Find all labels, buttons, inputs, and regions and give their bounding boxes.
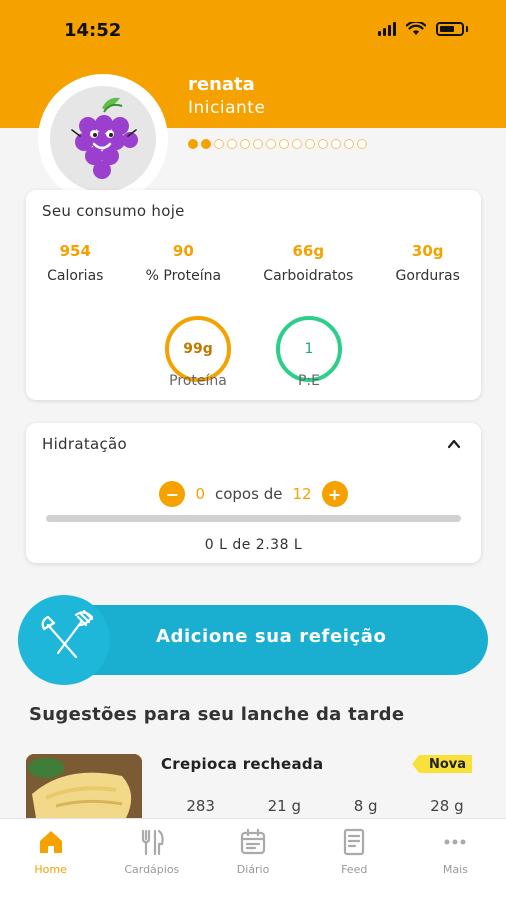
protein-ring-label: Proteína	[169, 373, 227, 389]
macro-value: 90	[172, 242, 194, 260]
home-icon	[39, 831, 62, 853]
macro-value: 30g	[411, 242, 444, 260]
progress-dot	[279, 139, 289, 149]
suggestions-title: Sugestões para seu lanche da tarde	[29, 704, 405, 725]
tab-label: Feed	[341, 863, 368, 876]
signal-icon	[378, 22, 396, 36]
cutlery-icon	[41, 609, 94, 659]
tab-home[interactable]: Home	[0, 819, 101, 900]
progress-dot	[201, 139, 211, 149]
cutlery-icon	[141, 829, 164, 856]
battery-icon	[436, 22, 464, 36]
macro-proteina-pct: 90 % Proteína	[146, 242, 221, 284]
tab-feed[interactable]: Feed	[304, 819, 405, 900]
hydration-card: Hidratação − 0 copos de 12 + 0 L de 2.38…	[26, 423, 481, 563]
status-time: 14:52	[64, 20, 122, 41]
grape-mascot-icon	[71, 97, 138, 179]
tab-label: Cardápios	[124, 863, 180, 876]
macro-label: % Proteína	[145, 268, 222, 284]
status-icons	[378, 22, 468, 36]
suggestion-stat: 21 g	[267, 797, 302, 815]
macro-carboidratos: 66g Carboidratos	[263, 242, 353, 284]
consumption-card: Seu consumo hoje 954 Calorias 90 % Prote…	[26, 190, 481, 400]
consumption-title: Seu consumo hoje	[42, 202, 185, 220]
progress-dot	[266, 139, 276, 149]
suggestion-name[interactable]: Crepioca recheada	[161, 755, 323, 773]
pe-ring-label: P:E	[297, 373, 320, 389]
tab-label: Home	[34, 863, 67, 876]
cups-value: 0	[195, 485, 205, 503]
macros-row: 954 Calorias 90 % Proteína 66g Carboidra…	[26, 242, 481, 284]
add-meal-label[interactable]: Adicione sua refeição	[156, 626, 387, 647]
tab-label: Diário	[236, 863, 270, 876]
tab-label: Mais	[442, 863, 468, 876]
hydration-progress-bar	[46, 515, 461, 522]
macro-label: Carboidratos	[263, 268, 354, 284]
hydration-title: Hidratação	[42, 435, 128, 453]
progress-dot	[357, 139, 367, 149]
new-badge: Nova	[412, 755, 472, 773]
user-level: Iniciante	[188, 98, 266, 118]
calendar-icon	[240, 828, 266, 855]
progress-dot	[305, 139, 315, 149]
progress-dot	[292, 139, 302, 149]
wifi-icon	[406, 22, 426, 35]
more-icon	[444, 839, 466, 845]
progress-dot	[253, 139, 263, 149]
add-meal-icon-circle[interactable]	[18, 595, 110, 685]
progress-dot	[240, 139, 250, 149]
progress-dot	[188, 139, 198, 149]
macro-value: 954	[59, 242, 91, 260]
bottom-tab-bar: Home Cardápios Diário Feed Mais	[0, 818, 506, 900]
progress-dot	[331, 139, 341, 149]
cups-goal: 12	[292, 485, 312, 503]
suggestion-stat: 283	[186, 797, 215, 815]
macro-label: Calorias	[47, 268, 104, 284]
cups-text: copos de	[214, 485, 283, 503]
progress-dot	[227, 139, 237, 149]
progress-dot	[318, 139, 328, 149]
chevron-up-icon[interactable]	[447, 437, 461, 451]
tab-diario[interactable]: Diário	[202, 819, 303, 900]
macro-calorias: 954 Calorias	[47, 242, 103, 284]
suggestion-stats: 283 21 g 8 g 28 g	[160, 797, 490, 815]
avatar[interactable]	[38, 74, 168, 204]
increase-cups-button[interactable]: +	[321, 481, 348, 507]
macro-label: Gorduras	[395, 268, 460, 284]
suggestion-image[interactable]	[26, 754, 142, 818]
user-name: renata	[188, 74, 255, 95]
suggestion-stat: 8 g	[353, 797, 378, 815]
level-progress-dots	[188, 139, 367, 149]
tab-cardapios[interactable]: Cardápios	[101, 819, 202, 900]
document-icon	[344, 828, 365, 856]
macro-gorduras: 30g Gorduras	[396, 242, 460, 284]
progress-dot	[344, 139, 354, 149]
macro-value: 66g	[292, 242, 325, 260]
tab-mais[interactable]: Mais	[405, 819, 506, 900]
progress-dot	[214, 139, 224, 149]
status-bar: 14:52	[0, 0, 506, 60]
cups-row: − 0 copos de 12 +	[26, 481, 481, 507]
suggestion-stat: 28 g	[430, 797, 464, 815]
decrease-cups-button[interactable]: −	[159, 481, 186, 507]
hydration-liters: 0 L de 2.38 L	[204, 537, 303, 553]
